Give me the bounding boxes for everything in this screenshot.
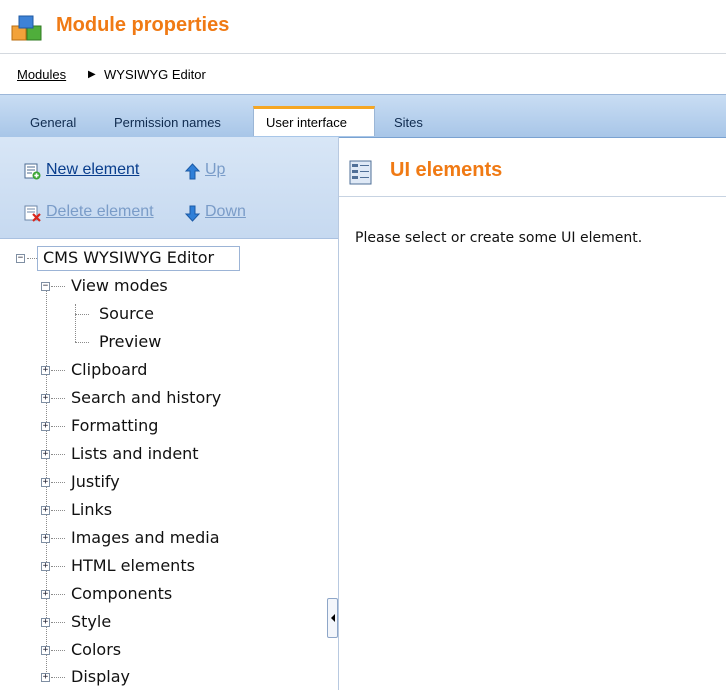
breadcrumb-current: WYSIWYG Editor [104,67,206,82]
tree-connector [51,622,65,623]
new-element-button[interactable]: New element [46,161,139,179]
tree-connector [51,677,65,678]
delete-element-icon[interactable] [24,205,41,222]
tree-connector [51,650,65,651]
tree-expand-toggle[interactable]: + [41,366,50,375]
content-title: UI elements [390,159,503,181]
tree-node-links[interactable]: Links [71,500,112,520]
up-button[interactable]: Up [205,161,225,179]
tree-connector [51,594,65,595]
tree-collapse-toggle[interactable]: − [16,254,25,263]
down-button[interactable]: Down [205,203,246,221]
tree-node-lists-and-indent[interactable]: Lists and indent [71,444,199,464]
tab-user-interface[interactable]: User interface [266,115,347,130]
tree-connector [75,304,76,342]
tree-node-formatting[interactable]: Formatting [71,416,158,436]
tree-node-images-and-media[interactable]: Images and media [71,528,220,548]
tree-expand-toggle[interactable]: + [41,506,50,515]
tree-node-view-modes[interactable]: View modes [71,276,168,296]
module-boxes-icon [11,15,42,41]
page-title: Module properties [56,14,230,36]
tree-node-source[interactable]: Source [99,304,154,324]
tree-connector [75,342,89,343]
tree-node-html-elements[interactable]: HTML elements [71,556,195,576]
tree-connector [51,482,65,483]
tree-connector [51,538,65,539]
tree-node-clipboard[interactable]: Clipboard [71,360,147,380]
tree-expand-toggle[interactable]: + [41,673,50,682]
tree-expand-toggle[interactable]: + [41,478,50,487]
empty-state-message: Please select or create some UI element. [355,230,643,246]
tab-sites[interactable]: Sites [394,115,423,130]
tree-expand-toggle[interactable]: + [41,450,50,459]
tree-connector [51,510,65,511]
tree-node-justify[interactable]: Justify [71,472,120,492]
tree-node-preview[interactable]: Preview [99,332,161,352]
tree-node-components[interactable]: Components [71,584,172,604]
tree-node-search-and-history[interactable]: Search and history [71,388,221,408]
tree-collapse-toggle[interactable]: − [41,282,50,291]
delete-element-button[interactable]: Delete element [46,203,154,221]
tree-node-root[interactable]: CMS WYSIWYG Editor [43,248,214,268]
tree-expand-toggle[interactable]: + [41,618,50,627]
tree-connector [51,426,65,427]
tree-node-display[interactable]: Display [71,667,130,687]
tree-expand-toggle[interactable]: + [41,590,50,599]
tree-expand-toggle[interactable]: + [41,562,50,571]
new-element-icon[interactable] [24,163,41,180]
tree-connector [51,286,65,287]
chevron-left-icon[interactable] [331,614,335,622]
tree-toolbar [0,137,338,239]
tree-connector [51,370,65,371]
down-arrow-icon[interactable] [184,205,201,222]
tree-connector [51,566,65,567]
tab-permission-names[interactable]: Permission names [114,115,221,130]
tree-expand-toggle[interactable]: + [41,394,50,403]
tree-expand-toggle[interactable]: + [41,422,50,431]
tree-node-style[interactable]: Style [71,612,111,632]
up-arrow-icon[interactable] [184,163,201,180]
ui-elements-icon [349,160,372,185]
tree-expand-toggle[interactable]: + [41,646,50,655]
breadcrumb-modules-link[interactable]: Modules [17,67,66,82]
tree-connector [27,258,37,259]
tree-expand-toggle[interactable]: + [41,534,50,543]
tree-connector [51,398,65,399]
breadcrumb-arrow-icon: ▶ [88,69,96,80]
tree-node-colors[interactable]: Colors [71,640,121,660]
tree-connector [75,314,89,315]
tab-general[interactable]: General [30,115,76,130]
tree-connector [51,454,65,455]
